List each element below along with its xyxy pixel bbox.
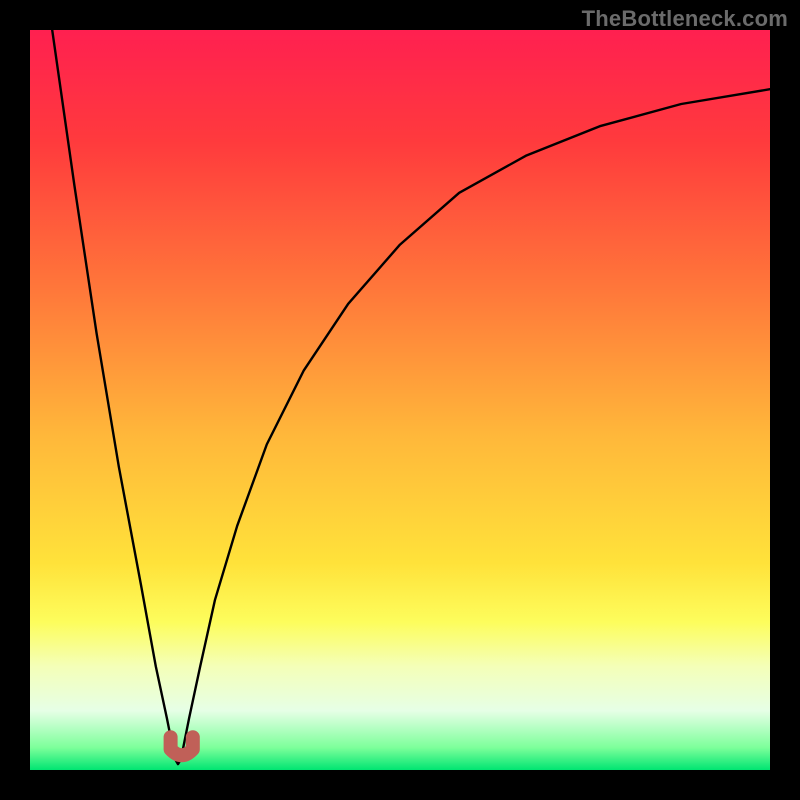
gradient-background	[30, 30, 770, 770]
chart-svg	[30, 30, 770, 770]
plot-area	[30, 30, 770, 770]
watermark-text: TheBottleneck.com	[582, 6, 788, 32]
chart-frame: TheBottleneck.com	[0, 0, 800, 800]
